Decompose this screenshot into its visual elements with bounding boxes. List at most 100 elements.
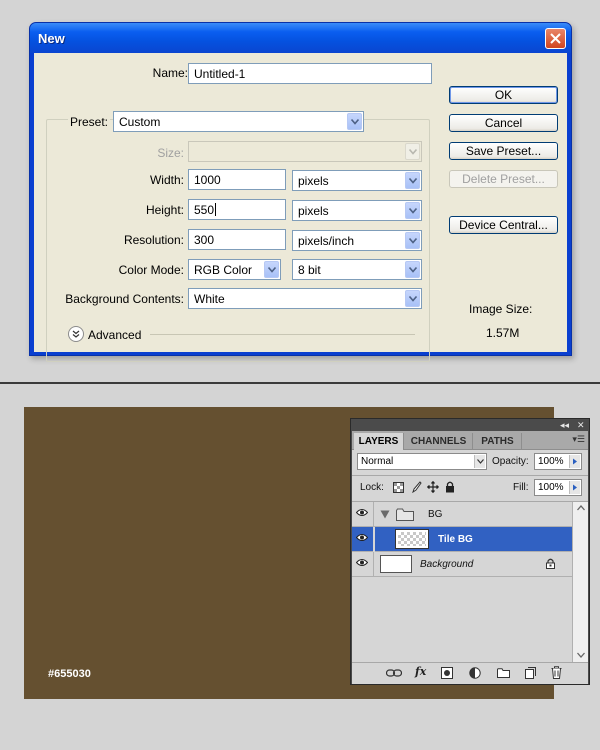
panel-menu-icon[interactable]: ▾☰	[572, 434, 585, 445]
blend-mode-value: Normal	[361, 456, 394, 467]
tab-layers[interactable]: LAYERS	[354, 433, 404, 450]
eye-column-divider	[373, 552, 374, 577]
new-group-folder-icon[interactable]	[497, 668, 510, 678]
width-unit-select[interactable]: pixels	[292, 170, 422, 191]
ok-button[interactable]: OK	[449, 86, 558, 104]
layer-row-group[interactable]: BG	[352, 502, 572, 527]
visibility-eye-icon[interactable]	[356, 508, 368, 517]
layer-thumbnail	[395, 529, 429, 549]
preset-dropdown-button[interactable]	[347, 113, 362, 130]
layer-name: Background	[420, 559, 474, 570]
new-layer-icon[interactable]	[525, 667, 536, 679]
size-dropdown-button	[405, 143, 420, 160]
adjustment-layer-icon[interactable]	[469, 667, 481, 679]
layer-list-scrollbar[interactable]	[572, 502, 588, 662]
resolution-unit-value: pixels/inch	[298, 234, 355, 248]
preset-select[interactable]: Custom	[113, 111, 364, 132]
lock-all-icon[interactable]	[445, 481, 455, 493]
layers-footer-toolbar: fx	[352, 663, 588, 684]
layer-name: Tile BG	[438, 534, 473, 545]
background-contents-label: Background Contents:	[65, 292, 184, 306]
lock-image-pixels-icon[interactable]	[410, 481, 422, 493]
chevron-right-icon	[573, 458, 577, 465]
lock-icon	[546, 558, 555, 569]
canvas-color-label: #655030	[48, 668, 91, 680]
height-label: Height:	[145, 203, 184, 217]
tab-paths[interactable]: PATHS	[474, 433, 522, 450]
save-preset-button[interactable]: Save Preset...	[449, 142, 558, 160]
fill-input[interactable]: 100%	[534, 479, 582, 496]
device-central-button[interactable]: Device Central...	[449, 216, 558, 234]
color-mode-select[interactable]: RGB Color	[188, 259, 281, 280]
eye-column-divider	[373, 502, 374, 527]
layer-row-background[interactable]: Background	[352, 552, 572, 577]
lock-label: Lock:	[360, 482, 384, 493]
chevron-down-icon	[477, 459, 484, 464]
panel-header-strip: ◂◂ ✕	[351, 419, 589, 431]
expand-triangle-icon[interactable]	[380, 510, 390, 519]
trash-icon[interactable]	[551, 666, 562, 679]
delete-preset-button: Delete Preset...	[449, 170, 558, 188]
resolution-unit-select[interactable]: pixels/inch	[292, 230, 422, 251]
visibility-eye-icon[interactable]	[356, 533, 368, 542]
blend-mode-select[interactable]: Normal	[357, 453, 487, 470]
name-label: Name:	[152, 66, 188, 80]
chevron-down-icon	[409, 149, 417, 155]
dialog-titlebar[interactable]: New	[30, 23, 571, 53]
preset-label: Preset:	[68, 115, 111, 129]
cancel-button[interactable]: Cancel	[449, 114, 558, 132]
fx-icon[interactable]: fx	[415, 665, 426, 678]
tab-channels[interactable]: CHANNELS	[405, 433, 473, 450]
lock-transparent-pixels-icon[interactable]	[393, 482, 404, 493]
folder-icon	[396, 508, 414, 521]
height-value: 550	[194, 203, 215, 217]
collapse-panel-icon[interactable]: ◂◂	[560, 420, 569, 430]
close-button[interactable]	[545, 28, 566, 49]
opacity-label: Opacity:	[492, 456, 529, 467]
width-label: Width:	[149, 173, 184, 187]
visibility-eye-icon[interactable]	[356, 558, 368, 567]
layer-thumbnail	[380, 555, 412, 573]
width-unit-dropdown-button[interactable]	[405, 172, 420, 189]
close-panel-icon[interactable]: ✕	[577, 420, 585, 430]
opacity-input[interactable]: 100%	[534, 453, 582, 470]
height-unit-dropdown-button[interactable]	[405, 202, 420, 219]
fill-slider-button[interactable]	[569, 481, 580, 494]
chevron-down-icon	[409, 296, 417, 302]
lock-position-icon[interactable]	[427, 481, 439, 493]
height-input[interactable]: 550	[188, 199, 286, 220]
layer-row-selected[interactable]: Tile BG	[352, 527, 572, 552]
link-layers-icon[interactable]	[386, 669, 402, 677]
width-input[interactable]: 1000	[188, 169, 286, 190]
height-unit-select[interactable]: pixels	[292, 200, 422, 221]
bit-depth-dropdown-button[interactable]	[405, 261, 420, 278]
resolution-unit-dropdown-button[interactable]	[405, 232, 420, 249]
background-contents-dropdown-button[interactable]	[405, 290, 420, 307]
color-mode-value: RGB Color	[194, 263, 253, 277]
close-icon	[550, 33, 561, 44]
opacity-slider-button[interactable]	[569, 455, 580, 468]
indent-bar	[373, 527, 375, 552]
name-input[interactable]: Untitled-1	[188, 63, 432, 84]
resolution-input[interactable]: 300	[188, 229, 286, 250]
scroll-down-icon[interactable]	[577, 652, 585, 658]
size-select	[188, 141, 422, 162]
width-unit-value: pixels	[298, 174, 329, 188]
bit-depth-value: 8 bit	[298, 263, 321, 277]
scroll-up-icon[interactable]	[577, 505, 585, 511]
opacity-value: 100%	[538, 456, 564, 467]
size-label: Size:	[157, 146, 184, 160]
advanced-toggle-button[interactable]	[68, 326, 84, 342]
chevron-down-icon	[409, 178, 417, 184]
background-contents-select[interactable]: White	[188, 288, 422, 309]
layer-mask-icon[interactable]	[441, 667, 453, 679]
background-contents-value: White	[194, 292, 225, 306]
dialog-body: Name: Untitled-1 Preset: Custom Size: Wi…	[34, 53, 567, 362]
panel-separator	[352, 475, 588, 476]
blend-mode-dropdown[interactable]	[474, 455, 485, 468]
bit-depth-select[interactable]: 8 bit	[292, 259, 422, 280]
color-mode-label: Color Mode:	[118, 263, 184, 277]
color-mode-dropdown-button[interactable]	[264, 261, 279, 278]
layer-list: BG Tile BG Background	[352, 502, 572, 662]
chevron-right-icon	[573, 484, 577, 491]
